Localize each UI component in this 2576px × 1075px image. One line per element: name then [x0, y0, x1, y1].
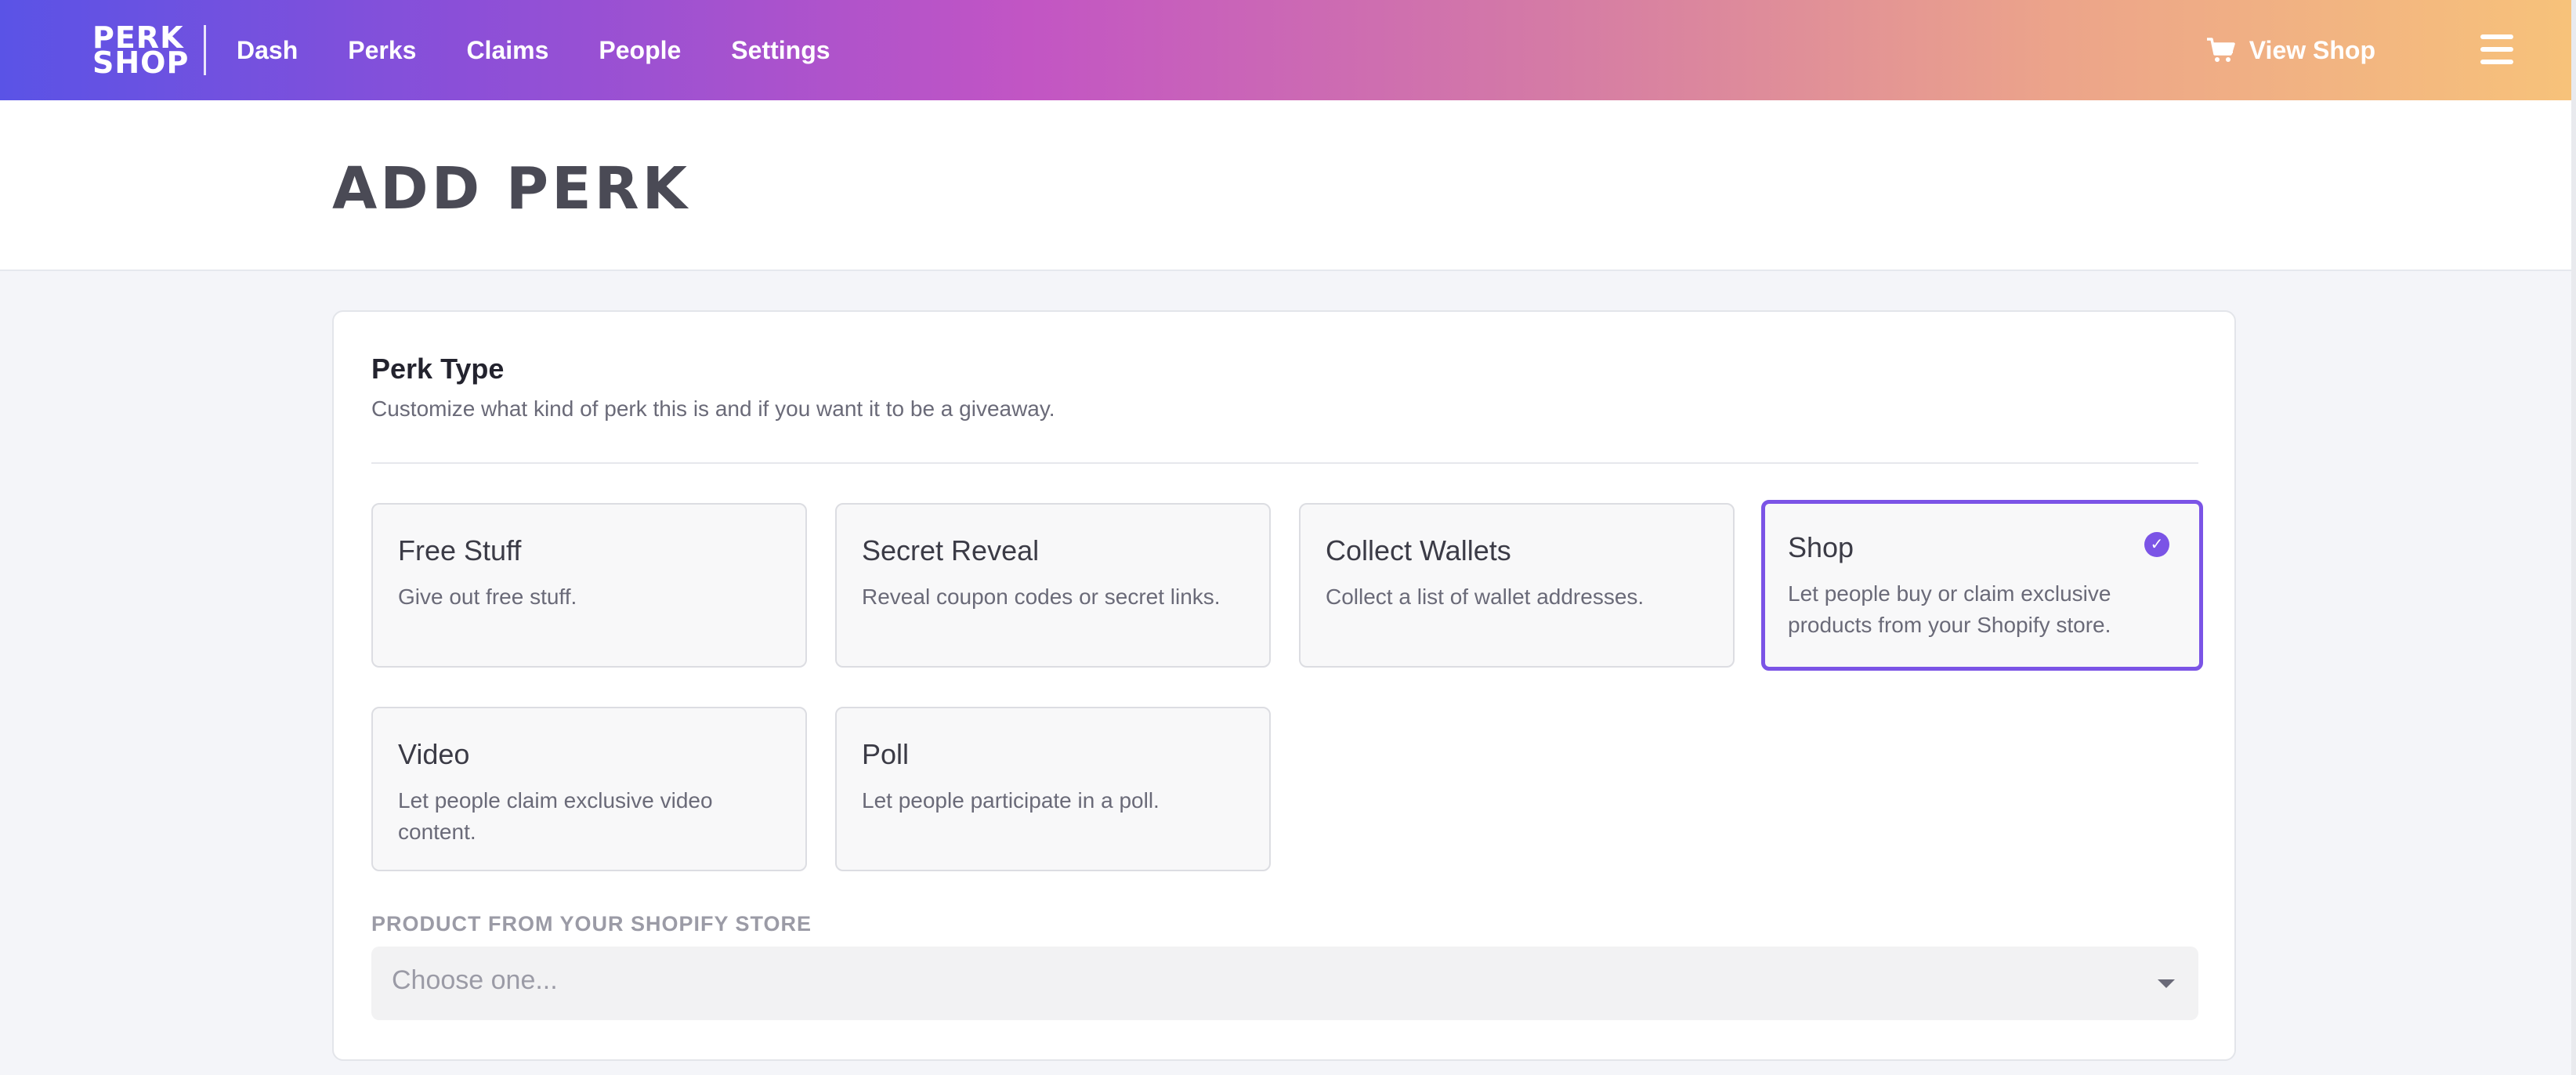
- selected-check-icon: ✓: [2144, 532, 2169, 557]
- nav-item-people[interactable]: People: [599, 36, 681, 65]
- main-nav: Dash Perks Claims People Settings: [237, 0, 830, 100]
- perk-shop-logo[interactable]: PERK SHOP: [92, 23, 190, 80]
- perk-option-free-stuff[interactable]: Free Stuff Give out free stuff.: [371, 503, 807, 668]
- option-title: Video: [398, 738, 470, 770]
- perk-option-shop[interactable]: Shop Let people buy or claim exclusive p…: [1761, 500, 2203, 671]
- page-header: ADD PERK: [0, 100, 2571, 271]
- option-title: Secret Reveal: [862, 534, 1040, 566]
- section-description: Customize what kind of perk this is and …: [371, 396, 1055, 421]
- scrollbar-track[interactable]: [2571, 0, 2576, 1075]
- hamburger-menu-icon[interactable]: [2480, 34, 2513, 64]
- nav-item-dash[interactable]: Dash: [237, 36, 298, 65]
- logo-line-2: SHOP: [92, 45, 190, 80]
- option-description: Reveal coupon codes or secret links.: [862, 585, 1221, 609]
- product-select-placeholder: Choose one...: [392, 965, 558, 995]
- perk-option-poll[interactable]: Poll Let people participate in a poll.: [835, 707, 1271, 871]
- section-title: Perk Type: [371, 353, 505, 385]
- option-title: Free Stuff: [398, 534, 522, 566]
- perk-option-video[interactable]: Video Let people claim exclusive video c…: [371, 707, 807, 871]
- shopping-cart-icon: [2206, 38, 2235, 62]
- perk-option-collect-wallets[interactable]: Collect Wallets Collect a list of wallet…: [1299, 503, 1735, 668]
- option-description: Collect a list of wallet addresses.: [1326, 585, 1644, 609]
- perk-option-secret-reveal[interactable]: Secret Reveal Reveal coupon codes or sec…: [835, 503, 1271, 668]
- page-title: ADD PERK: [332, 155, 690, 223]
- top-navigation-bar: PERK SHOP Dash Perks Claims People Setti…: [0, 0, 2571, 100]
- option-title: Poll: [862, 738, 910, 770]
- nav-item-settings[interactable]: Settings: [731, 36, 830, 65]
- chevron-down-icon: [2158, 979, 2175, 988]
- option-title: Shop: [1788, 531, 1854, 563]
- view-shop-label: View Shop: [2249, 35, 2375, 64]
- product-field-label: PRODUCT FROM YOUR SHOPIFY STORE: [371, 912, 812, 936]
- option-title: Collect Wallets: [1326, 534, 1511, 566]
- logo-divider: [204, 25, 206, 75]
- option-description: Give out free stuff.: [398, 585, 577, 609]
- nav-item-claims[interactable]: Claims: [466, 36, 548, 65]
- perk-type-card: Perk Type Customize what kind of perk th…: [332, 310, 2236, 1061]
- view-shop-link[interactable]: View Shop: [2205, 0, 2375, 100]
- option-description: Let people buy or claim exclusive produc…: [1788, 581, 2111, 637]
- product-select[interactable]: Choose one...: [371, 947, 2198, 1020]
- option-description: Let people claim exclusive video content…: [398, 788, 713, 844]
- nav-item-perks[interactable]: Perks: [348, 36, 416, 65]
- option-description: Let people participate in a poll.: [862, 788, 1160, 813]
- section-divider: [371, 462, 2198, 464]
